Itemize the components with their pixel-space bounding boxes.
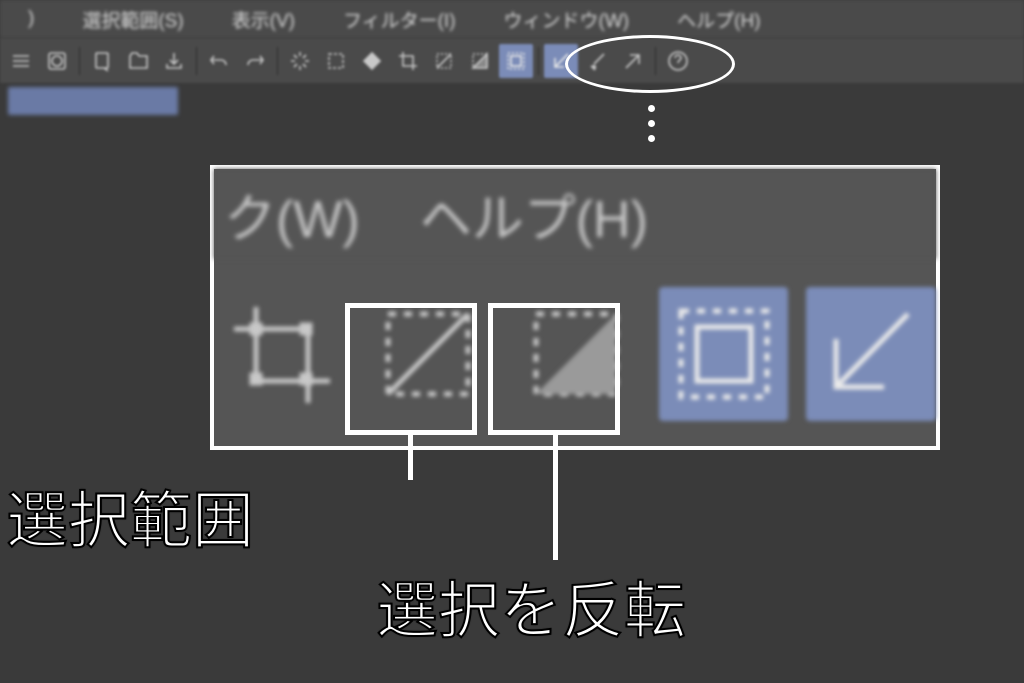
active-tab[interactable]	[8, 87, 178, 115]
zoom-select-deselect-icon[interactable]	[364, 287, 494, 421]
select-all-icon[interactable]	[499, 44, 533, 78]
bucket-icon[interactable]	[355, 44, 389, 78]
undo-icon[interactable]	[202, 44, 236, 78]
zoom-arrow-down-left-icon[interactable]	[806, 287, 936, 421]
toolbar	[0, 38, 1024, 83]
zoom-crop-icon[interactable]	[216, 287, 346, 421]
separator	[538, 47, 539, 75]
zoom-menu-fragment-window: ク(W)	[224, 177, 360, 252]
annotation-label-invert: 選択を反転	[376, 560, 686, 650]
zoom-menu-help: ヘルプ(H)	[420, 177, 648, 252]
open-folder-icon[interactable]	[121, 44, 155, 78]
spiral-icon[interactable]	[40, 44, 74, 78]
marquee-icon[interactable]	[319, 44, 353, 78]
separator	[655, 47, 656, 75]
zoom-callout-panel: ク(W) ヘルプ(H)	[210, 165, 940, 450]
menu-icon[interactable]	[4, 44, 38, 78]
annotation-label-selection: 選択範囲	[6, 470, 254, 560]
separator	[196, 47, 197, 75]
new-doc-icon[interactable]	[85, 44, 119, 78]
select-deselect-icon[interactable]	[427, 44, 461, 78]
menu-item-edge[interactable]: )	[4, 8, 58, 30]
arrow-up-right-icon[interactable]	[616, 44, 650, 78]
help-icon[interactable]	[661, 44, 695, 78]
zoom-menubar: ク(W) ヘルプ(H)	[214, 169, 936, 259]
document-tabs	[0, 83, 1024, 119]
separator	[277, 47, 278, 75]
crop-icon[interactable]	[391, 44, 425, 78]
menu-item-filter[interactable]: フィルター(I)	[319, 6, 480, 33]
menu-item-select[interactable]: 選択範囲(S)	[58, 6, 207, 33]
brush-icon[interactable]	[580, 44, 614, 78]
arrow-down-left-icon[interactable]	[544, 44, 578, 78]
separator	[79, 47, 80, 75]
zoom-select-invert-icon[interactable]	[511, 287, 641, 421]
zoom-toolbar	[214, 259, 936, 449]
zoom-select-all-icon[interactable]	[659, 287, 789, 421]
menu-item-help[interactable]: ヘルプ(H)	[653, 6, 784, 33]
menu-item-view[interactable]: 表示(V)	[208, 6, 319, 33]
connector-line-1	[408, 435, 413, 480]
connector-line-2	[553, 435, 558, 560]
ellipsis-dots	[648, 105, 655, 142]
redo-icon[interactable]	[238, 44, 272, 78]
save-icon[interactable]	[157, 44, 191, 78]
select-invert-icon[interactable]	[463, 44, 497, 78]
burst-icon[interactable]	[283, 44, 317, 78]
menu-item-window[interactable]: ウィンドウ(W)	[480, 6, 654, 33]
menu-bar: ) 選択範囲(S) 表示(V) フィルター(I) ウィンドウ(W) ヘルプ(H)	[0, 0, 1024, 38]
